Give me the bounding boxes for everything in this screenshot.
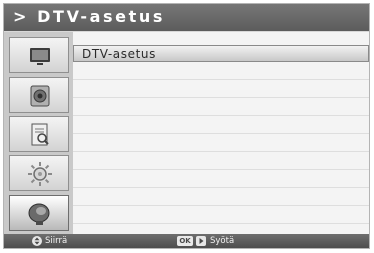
menu-row (73, 189, 369, 206)
sidebar-item-sound[interactable] (9, 77, 69, 113)
right-arrow-icon (196, 236, 206, 246)
menu-row (73, 153, 369, 170)
menu-row (73, 207, 369, 224)
ok-key-icon: OK (177, 236, 193, 246)
menu-list: DTV-asetus (73, 32, 369, 234)
document-search-icon (31, 123, 49, 146)
sidebar-item-settings[interactable] (9, 155, 69, 191)
menu-header: > DTV-asetus (4, 4, 369, 31)
dtv-settings-window: > DTV-asetus DTV-asetus Siirrä OK Syötä (3, 3, 370, 249)
sidebar-item-info[interactable] (9, 116, 69, 152)
sidebar-item-picture[interactable] (9, 37, 69, 73)
move-hint-label: Siirrä (45, 236, 68, 246)
up-down-arrows-icon (32, 236, 42, 246)
enter-hint-label: Syötä (210, 236, 235, 246)
menu-item-dtv-setup[interactable]: DTV-asetus (73, 45, 369, 62)
menu-row (73, 171, 369, 188)
satellite-dish-icon (28, 203, 50, 225)
menu-row (73, 99, 369, 116)
sidebar-item-dtv-setup[interactable] (9, 195, 69, 231)
page-title: > DTV-asetus (13, 7, 165, 26)
tv-icon (30, 48, 50, 65)
menu-row (73, 63, 369, 80)
settings-icon (28, 162, 52, 186)
category-sidebar (4, 32, 73, 234)
speaker-icon (30, 85, 50, 107)
menu-row (73, 81, 369, 98)
key-hint-bar: Siirrä OK Syötä (4, 234, 369, 248)
menu-row (73, 135, 369, 152)
menu-row (73, 117, 369, 134)
menu-item-label: DTV-asetus (82, 47, 156, 61)
